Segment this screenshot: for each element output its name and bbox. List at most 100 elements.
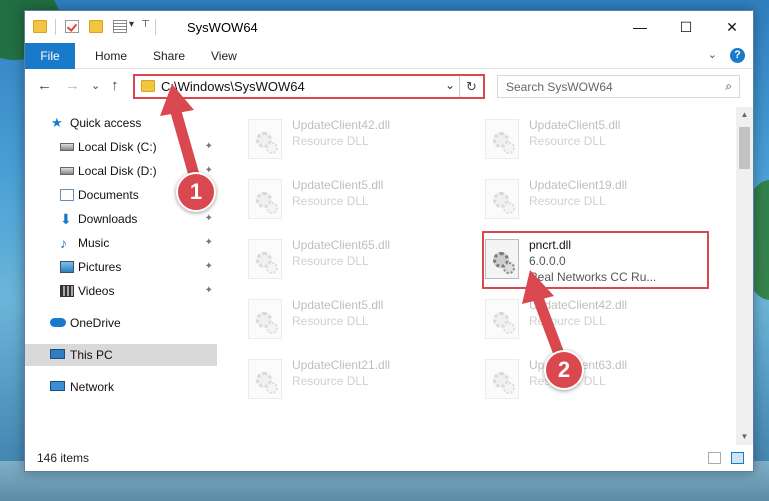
forward-button[interactable]: → — [65, 77, 80, 94]
file-name: UpdateClient5.dll — [292, 298, 384, 312]
ribbon: File Home Share View ⌄ ? — [25, 43, 753, 69]
scroll-down-icon[interactable]: ▼ — [736, 429, 753, 445]
network-icon — [50, 381, 65, 391]
download-icon: ⬇ — [60, 211, 72, 227]
folder-icon — [33, 20, 47, 33]
file-list: UpdateClient42.dll Resource DLL UpdateCl… — [217, 107, 735, 445]
recent-locations-button[interactable]: ⌄ — [91, 79, 100, 92]
sidebar-item-label: Downloads — [78, 212, 138, 226]
scroll-up-icon[interactable]: ▲ — [736, 107, 753, 123]
pictures-icon — [60, 261, 74, 273]
cloud-icon — [50, 318, 66, 327]
sidebar-item-label: Documents — [78, 188, 139, 202]
help-icon[interactable]: ? — [730, 48, 745, 63]
back-button[interactable]: ← — [37, 77, 52, 94]
address-dropdown-icon[interactable]: ⌄ — [445, 78, 455, 92]
up-button[interactable]: ↑ — [111, 77, 119, 94]
sidebar-item-onedrive[interactable]: OneDrive — [25, 312, 217, 334]
quick-access-toolbar-icon[interactable]: ⊤ — [141, 19, 150, 30]
tab-share[interactable]: Share — [153, 43, 185, 69]
sidebar-item-label: Local Disk (C:) — [78, 140, 157, 154]
close-button[interactable]: ✕ — [709, 11, 755, 43]
new-folder-icon[interactable] — [89, 20, 103, 33]
file-tile[interactable]: UpdateClient42.dll Resource DLL — [482, 295, 707, 345]
maximize-button[interactable]: ☐ — [663, 11, 709, 43]
divider — [155, 19, 156, 35]
file-name: UpdateClient5.dll — [529, 118, 621, 132]
address-bar[interactable]: C:\Windows\SysWOW64 ⌄ ↻ — [133, 74, 485, 99]
sidebar-item-pictures[interactable]: Pictures ✦ — [25, 256, 217, 278]
search-input[interactable]: Search SysWOW64 — [506, 80, 613, 94]
sidebar-item-videos[interactable]: Videos ✦ — [25, 280, 217, 302]
navigation-bar: ← → ⌄ ↑ C:\Windows\SysWOW64 ⌄ ↻ Search S… — [25, 70, 753, 102]
file-tile[interactable]: UpdateClient21.dll Resource DLL — [245, 355, 470, 405]
sidebar-item-network[interactable]: Network — [25, 376, 217, 398]
callout-step-2: 2 — [544, 350, 584, 390]
file-tile[interactable]: UpdateClient42.dll Resource DLL — [245, 115, 470, 165]
minimize-button[interactable]: — — [617, 11, 663, 43]
pin-icon[interactable]: ✦ — [205, 280, 213, 302]
star-icon: ★ — [51, 115, 63, 130]
dll-file-icon — [248, 119, 282, 159]
status-bar: 146 items — [25, 445, 753, 471]
file-tile[interactable]: UpdateClient19.dll Resource DLL — [482, 175, 707, 225]
pin-icon[interactable]: ✦ — [205, 232, 213, 254]
search-icon[interactable]: ⌕ — [725, 79, 732, 94]
sidebar-item-label: Videos — [78, 284, 115, 298]
vertical-scrollbar[interactable]: ▲ ▼ — [736, 107, 753, 445]
file-tile[interactable]: UpdateClient63.dll Resource DLL — [482, 355, 707, 405]
tab-file[interactable]: File — [25, 43, 75, 69]
dll-file-icon — [248, 299, 282, 339]
sidebar-item-label: Pictures — [78, 260, 122, 274]
sidebar-item-this-pc[interactable]: This PC — [25, 344, 217, 366]
sidebar-item-quick-access[interactable]: ★ Quick access — [25, 112, 217, 134]
navigation-pane: ★ Quick access Local Disk (C:) ✦ Local D… — [25, 107, 217, 445]
document-icon — [60, 189, 74, 201]
sidebar-item-music[interactable]: ♪ Music ✦ — [25, 232, 217, 254]
dll-file-icon — [485, 359, 519, 399]
title-bar[interactable]: ▾ ⊤ SysWOW64 — ☐ ✕ — [25, 11, 753, 43]
file-tile[interactable]: UpdateClient5.dll Resource DLL — [245, 175, 470, 225]
search-box[interactable]: Search SysWOW64 ⌕ — [497, 75, 740, 98]
pin-icon[interactable]: ✦ — [205, 208, 213, 230]
quick-access-dropdown-icon[interactable]: ▾ — [129, 19, 134, 30]
scroll-thumb[interactable] — [739, 127, 750, 169]
folder-icon — [141, 80, 155, 92]
file-type: Resource DLL — [292, 314, 369, 328]
properties-check-icon[interactable] — [65, 20, 79, 33]
file-name: UpdateClient65.dll — [292, 238, 391, 252]
highlight-box — [482, 231, 709, 289]
sidebar-item-downloads[interactable]: ⬇ Downloads ✦ — [25, 208, 217, 230]
computer-icon — [50, 349, 65, 359]
file-tile[interactable]: UpdateClient65.dll Resource DLL — [245, 235, 470, 285]
expand-ribbon-icon[interactable]: ⌄ — [708, 49, 717, 61]
refresh-button[interactable]: ↻ — [459, 76, 483, 97]
sidebar-item-label: Local Disk (D:) — [78, 164, 157, 178]
disk-icon — [60, 167, 74, 175]
explorer-window: ▾ ⊤ SysWOW64 — ☐ ✕ File Home Share View … — [24, 10, 754, 472]
music-icon: ♪ — [60, 235, 67, 251]
file-type: Resource DLL — [292, 254, 369, 268]
disk-icon — [60, 143, 74, 151]
customize-icon[interactable] — [113, 20, 127, 33]
tab-home[interactable]: Home — [95, 43, 127, 69]
file-name: UpdateClient42.dll — [529, 298, 628, 312]
file-name: UpdateClient42.dll — [292, 118, 391, 132]
sidebar-item-local-disk-c[interactable]: Local Disk (C:) ✦ — [25, 136, 217, 158]
file-name: UpdateClient5.dll — [292, 178, 384, 192]
address-path[interactable]: C:\Windows\SysWOW64 — [161, 79, 305, 94]
pin-icon[interactable]: ✦ — [205, 256, 213, 278]
tiles-view-icon[interactable] — [731, 452, 744, 464]
tab-view[interactable]: View — [211, 43, 237, 69]
file-tile[interactable]: UpdateClient5.dll Resource DLL — [482, 115, 707, 165]
sidebar-item-label: OneDrive — [70, 316, 121, 330]
file-tile[interactable]: UpdateClient5.dll Resource DLL — [245, 295, 470, 345]
file-type: Resource DLL — [292, 194, 369, 208]
dll-file-icon — [248, 359, 282, 399]
window-title: SysWOW64 — [187, 20, 258, 35]
dll-file-icon — [485, 299, 519, 339]
dll-file-icon — [248, 179, 282, 219]
details-view-icon[interactable] — [708, 452, 721, 464]
callout-step-1: 1 — [176, 172, 216, 212]
pin-icon[interactable]: ✦ — [205, 136, 213, 158]
